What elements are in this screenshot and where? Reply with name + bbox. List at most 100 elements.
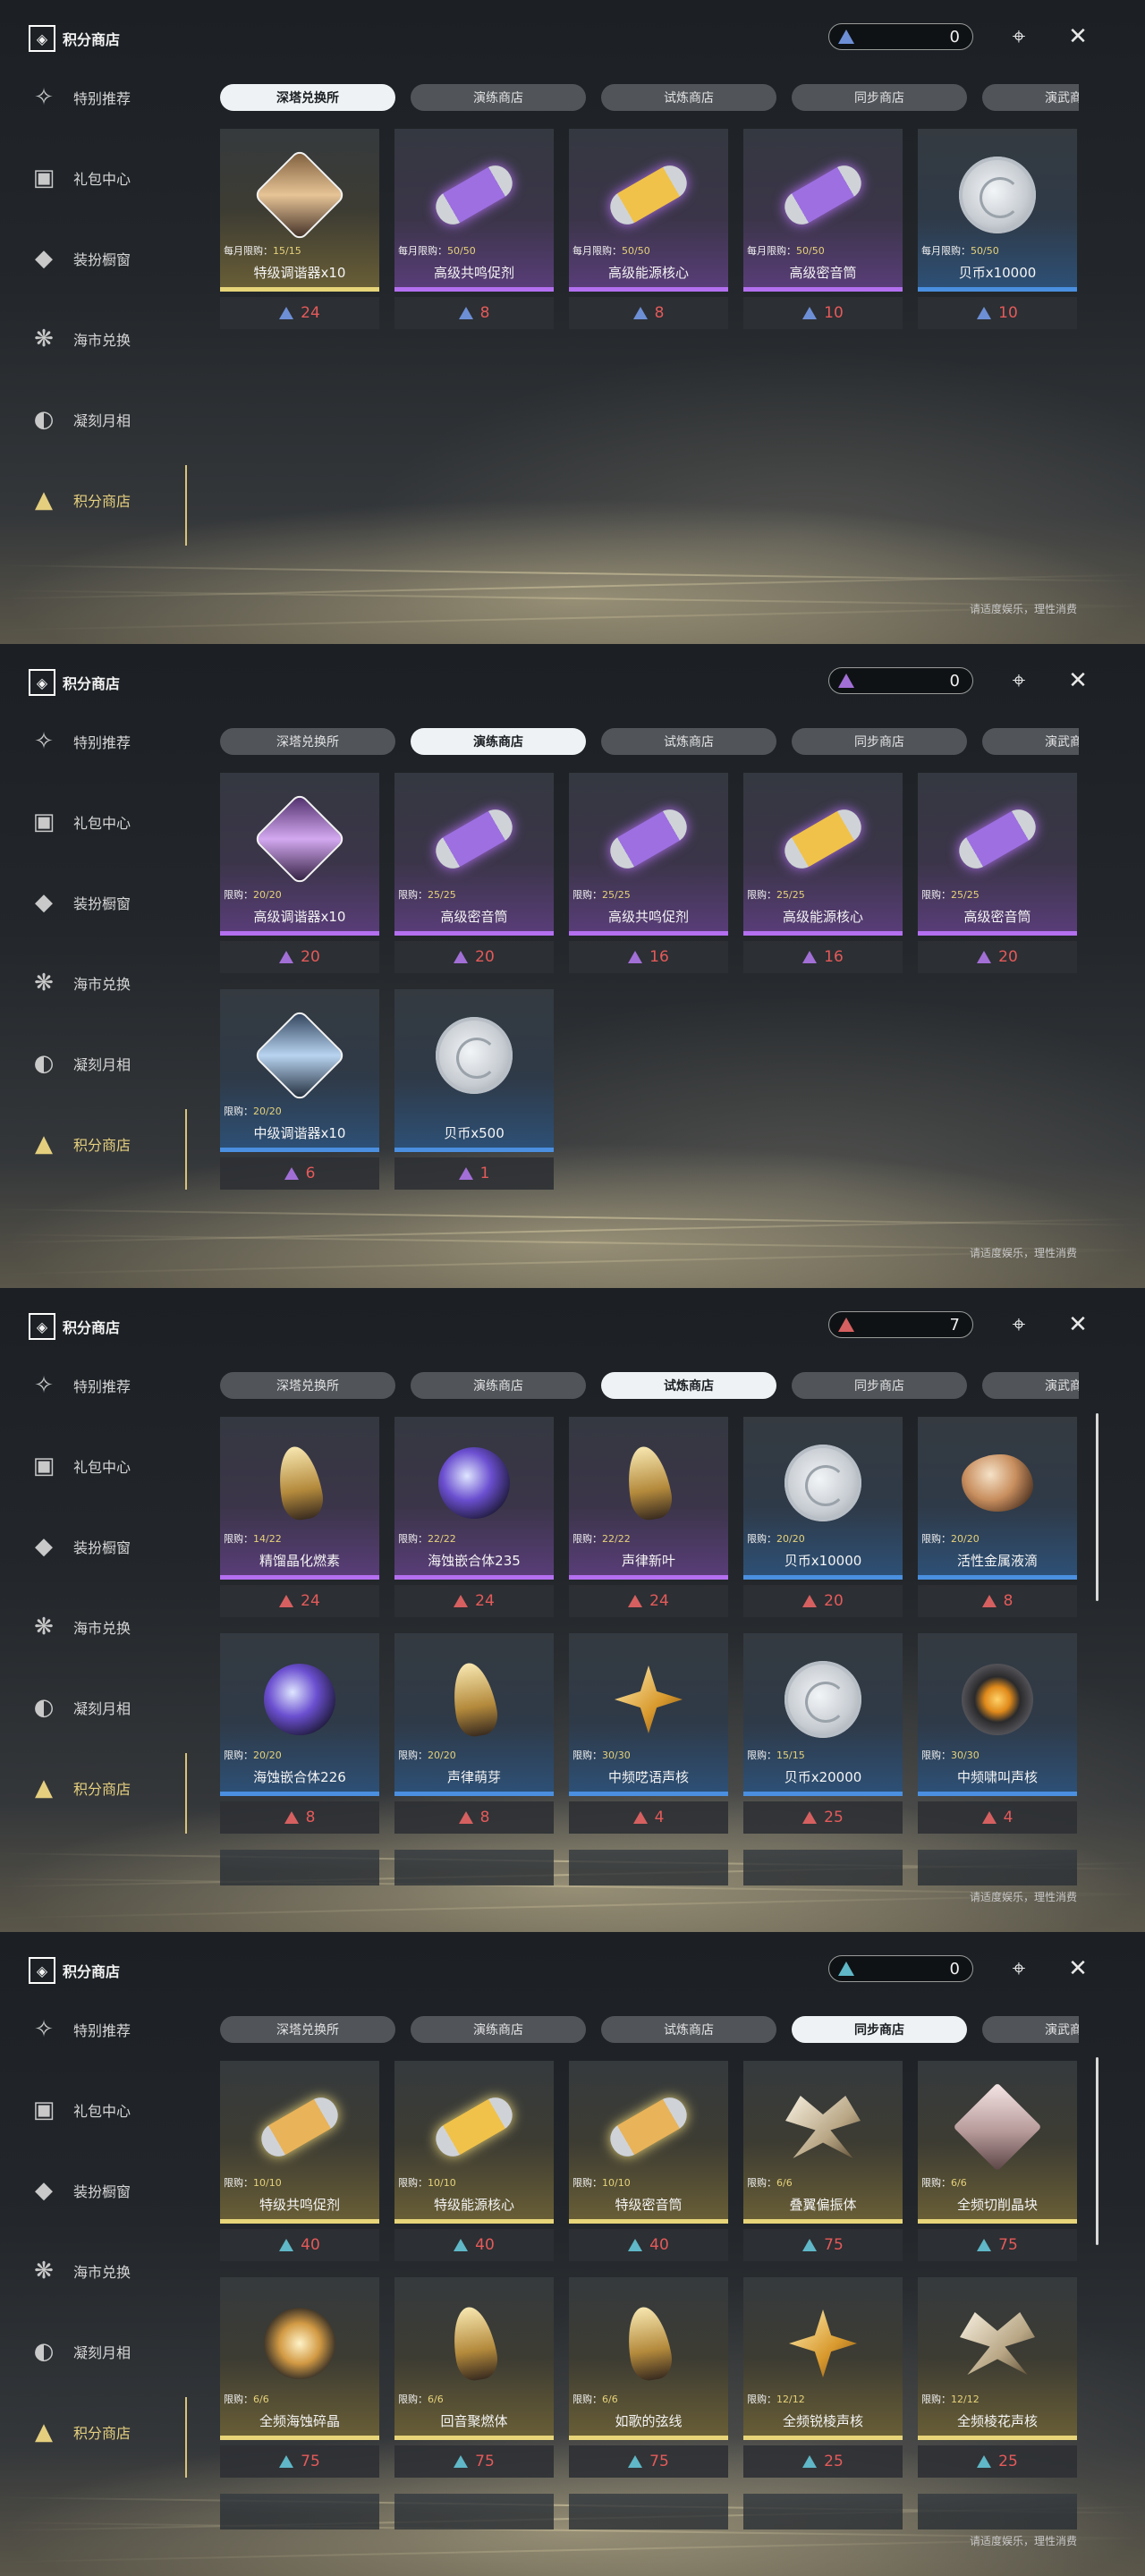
shop-item-card[interactable]: 限购：20/20 海蚀嵌合体226 8 [220, 1633, 379, 1837]
shop-item-card[interactable]: 限购：10/10 特级密音筒 40 [569, 2061, 728, 2265]
shop-item-card[interactable]: 限购：15/15 贝币x20000 25 [743, 1633, 903, 1837]
shop-item-card[interactable]: 限购：20/20 活性金属液滴 8 [918, 1417, 1077, 1621]
tab-1[interactable]: 演练商店 [411, 2016, 586, 2043]
scrollbar[interactable] [1096, 2057, 1098, 2245]
sidebar-item-0[interactable]: ✧ 特别推荐 [27, 724, 131, 758]
shop-item-card-partial[interactable] [394, 2494, 554, 2576]
sidebar-item-1[interactable]: ▣ 礼包中心 [27, 161, 131, 195]
shop-item-card[interactable]: 限购：25/25 高级密音筒 20 [918, 773, 1077, 977]
tab-0[interactable]: 深塔兑换所 [220, 728, 395, 755]
tab-4[interactable]: 演武商店 [982, 1372, 1079, 1399]
shop-item-card[interactable]: 限购：20/20 高级调谐器x10 20 [220, 773, 379, 977]
tab-3[interactable]: 同步商店 [792, 1372, 967, 1399]
tab-4[interactable]: 演武商店 [982, 728, 1079, 755]
shop-item-card-partial[interactable] [743, 2494, 903, 2576]
brand-title[interactable]: ◈ 积分商店 [29, 1957, 120, 1984]
sidebar-item-1[interactable]: ▣ 礼包中心 [27, 805, 131, 839]
target-icon[interactable]: ⌖ [1004, 1309, 1034, 1340]
sidebar-item-0[interactable]: ✧ 特别推荐 [27, 1368, 131, 1402]
shop-item-card[interactable]: 限购：12/12 全频棱花声核 25 [918, 2277, 1077, 2481]
close-icon[interactable]: ✕ [1063, 1953, 1093, 1984]
shop-item-card[interactable]: 限购：12/12 全频锐棱声核 25 [743, 2277, 903, 2481]
sidebar-item-4[interactable]: ◐ 凝刻月相 [27, 1690, 131, 1724]
shop-item-card[interactable]: 限购：22/22 声律新叶 24 [569, 1417, 728, 1621]
tab-3[interactable]: 同步商店 [792, 728, 967, 755]
close-icon[interactable]: ✕ [1063, 1309, 1093, 1340]
shop-item-card-partial[interactable] [569, 1850, 728, 1932]
shop-item-card-partial[interactable] [220, 1850, 379, 1932]
shop-item-card[interactable]: 限购：14/22 精馏晶化燃素 24 [220, 1417, 379, 1621]
sidebar-item-2[interactable]: ◆ 装扮橱窗 [27, 886, 131, 919]
tab-0[interactable]: 深塔兑换所 [220, 2016, 395, 2043]
sidebar-item-3[interactable]: ❋ 海市兑换 [27, 966, 131, 1000]
shop-item-card[interactable]: 每月限购：50/50 高级密音筒 10 [743, 129, 903, 333]
shop-item-card[interactable]: 贝币x500 1 [394, 989, 554, 1193]
shop-item-card[interactable]: 限购：6/6 回音聚燃体 75 [394, 2277, 554, 2481]
shop-item-card[interactable]: 每月限购：50/50 高级共鸣促剂 8 [394, 129, 554, 333]
target-icon[interactable]: ⌖ [1004, 1953, 1034, 1984]
shop-item-card-partial[interactable] [569, 2494, 728, 2576]
sidebar-item-5[interactable]: ▲ 积分商店 [27, 2415, 131, 2449]
shop-item-card[interactable]: 限购：25/25 高级共鸣促剂 16 [569, 773, 728, 977]
sidebar-item-3[interactable]: ❋ 海市兑换 [27, 322, 131, 356]
sidebar-item-5[interactable]: ▲ 积分商店 [27, 1771, 131, 1805]
target-icon[interactable]: ⌖ [1004, 665, 1034, 696]
brand-title[interactable]: ◈ 积分商店 [29, 25, 120, 52]
sidebar-item-1[interactable]: ▣ 礼包中心 [27, 2093, 131, 2127]
shop-item-card[interactable]: 每月限购：50/50 高级能源核心 8 [569, 129, 728, 333]
shop-item-card[interactable]: 限购：6/6 全频海蚀碎晶 75 [220, 2277, 379, 2481]
sidebar-item-0[interactable]: ✧ 特别推荐 [27, 2012, 131, 2046]
shop-item-card[interactable]: 限购：6/6 全频切削晶块 75 [918, 2061, 1077, 2265]
tab-1[interactable]: 演练商店 [411, 728, 586, 755]
shop-item-card[interactable]: 限购：30/30 中频呓语声核 4 [569, 1633, 728, 1837]
tab-4[interactable]: 演武商店 [982, 2016, 1079, 2043]
sidebar-item-3[interactable]: ❋ 海市兑换 [27, 2254, 131, 2288]
tab-2[interactable]: 试炼商店 [601, 2016, 776, 2043]
sidebar-item-2[interactable]: ◆ 装扮橱窗 [27, 2174, 131, 2207]
tab-3[interactable]: 同步商店 [792, 2016, 967, 2043]
shop-item-card-partial[interactable] [220, 2494, 379, 2576]
target-icon[interactable]: ⌖ [1004, 21, 1034, 52]
brand-title[interactable]: ◈ 积分商店 [29, 1313, 120, 1340]
sidebar-item-4[interactable]: ◐ 凝刻月相 [27, 1046, 131, 1080]
shop-item-card[interactable]: 限购：20/20 声律萌芽 8 [394, 1633, 554, 1837]
shop-item-card[interactable]: 限购：25/25 高级能源核心 16 [743, 773, 903, 977]
shop-item-card[interactable]: 限购：25/25 高级密音筒 20 [394, 773, 554, 977]
shop-item-card[interactable]: 限购：10/10 特级能源核心 40 [394, 2061, 554, 2265]
tab-4[interactable]: 演武商店 [982, 84, 1079, 111]
sidebar-item-2[interactable]: ◆ 装扮橱窗 [27, 242, 131, 275]
sidebar-item-5[interactable]: ▲ 积分商店 [27, 1127, 131, 1161]
shop-item-card[interactable]: 限购：6/6 叠翼偏振体 75 [743, 2061, 903, 2265]
tab-1[interactable]: 演练商店 [411, 84, 586, 111]
shop-item-card[interactable]: 每月限购：50/50 贝币x10000 10 [918, 129, 1077, 333]
scrollbar[interactable] [1096, 1413, 1098, 1601]
tab-2[interactable]: 试炼商店 [601, 84, 776, 111]
limit-count: 6/6 [776, 2177, 793, 2189]
shop-item-card[interactable]: 限购：30/30 中频啸叫声核 4 [918, 1633, 1077, 1837]
sidebar-item-4[interactable]: ◐ 凝刻月相 [27, 2334, 131, 2368]
sidebar-item-5[interactable]: ▲ 积分商店 [27, 483, 131, 517]
sidebar-item-1[interactable]: ▣ 礼包中心 [27, 1449, 131, 1483]
shop-item-card-partial[interactable] [743, 1850, 903, 1932]
tab-3[interactable]: 同步商店 [792, 84, 967, 111]
sidebar-item-4[interactable]: ◐ 凝刻月相 [27, 402, 131, 436]
shop-item-card[interactable]: 限购：20/20 贝币x10000 20 [743, 1417, 903, 1621]
tab-0[interactable]: 深塔兑换所 [220, 1372, 395, 1399]
tab-2[interactable]: 试炼商店 [601, 728, 776, 755]
brand-title[interactable]: ◈ 积分商店 [29, 669, 120, 696]
tab-2[interactable]: 试炼商店 [601, 1372, 776, 1399]
limit-count: 20/20 [253, 889, 282, 901]
shop-item-card[interactable]: 限购：10/10 特级共鸣促剂 40 [220, 2061, 379, 2265]
tab-0[interactable]: 深塔兑换所 [220, 84, 395, 111]
close-icon[interactable]: ✕ [1063, 21, 1093, 52]
sidebar-item-3[interactable]: ❋ 海市兑换 [27, 1610, 131, 1644]
shop-item-card[interactable]: 限购：6/6 如歌的弦线 75 [569, 2277, 728, 2481]
sidebar-item-0[interactable]: ✧ 特别推荐 [27, 80, 131, 114]
close-icon[interactable]: ✕ [1063, 665, 1093, 696]
sidebar-item-2[interactable]: ◆ 装扮橱窗 [27, 1530, 131, 1563]
shop-item-card[interactable]: 每月限购：15/15 特级调谐器x10 24 [220, 129, 379, 333]
shop-item-card-partial[interactable] [394, 1850, 554, 1932]
shop-item-card[interactable]: 限购：22/22 海蚀嵌合体235 24 [394, 1417, 554, 1621]
tab-1[interactable]: 演练商店 [411, 1372, 586, 1399]
shop-item-card[interactable]: 限购：20/20 中级调谐器x10 6 [220, 989, 379, 1193]
